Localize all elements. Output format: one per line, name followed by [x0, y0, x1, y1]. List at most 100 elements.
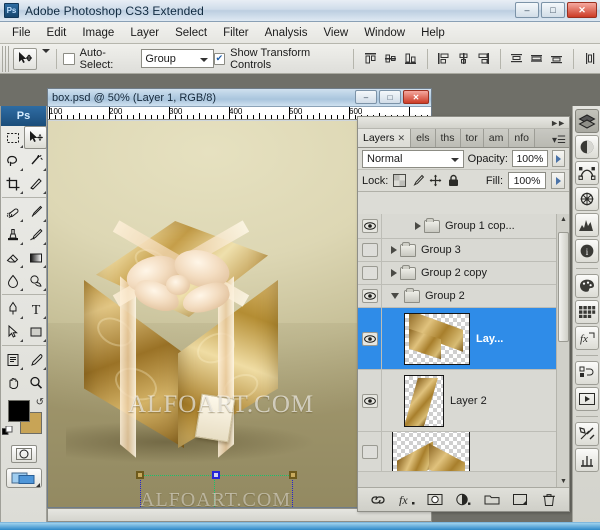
table-row[interactable]: Layer 2	[358, 370, 569, 432]
magic-wand-tool[interactable]	[24, 149, 47, 172]
distribute-bottom-edges-button[interactable]	[548, 49, 566, 68]
eye-icon[interactable]	[361, 393, 378, 408]
layer-thumbnail[interactable]	[392, 432, 470, 471]
scroll-up-icon[interactable]: ▲	[559, 215, 568, 224]
eye-icon[interactable]	[361, 289, 378, 303]
menu-item-window[interactable]: Window	[356, 25, 413, 41]
eye-icon-hidden[interactable]	[361, 243, 378, 257]
fill-input[interactable]: 100%	[508, 172, 546, 189]
chevron-right-icon[interactable]	[391, 246, 397, 254]
document-close-button[interactable]: ✕	[403, 90, 429, 104]
rectangle-shape-tool[interactable]	[24, 320, 47, 343]
document-title-bar[interactable]: box.psd @ 50% (Layer 1, RGB/8) – □ ✕	[48, 89, 431, 107]
tab-paths[interactable]: ths	[435, 129, 461, 147]
clone-stamp-tool[interactable]	[1, 223, 24, 246]
panel-menu-icon[interactable]: ▾☰	[552, 135, 566, 146]
table-row[interactable]: Group 3	[358, 239, 569, 262]
maximize-button[interactable]: □	[541, 2, 565, 18]
brushes-dock-icon[interactable]	[574, 448, 599, 472]
fill-slider-button[interactable]	[551, 172, 565, 189]
scrollbar-thumb[interactable]	[558, 232, 569, 342]
layer-list-scrollbar[interactable]: ▲ ▼	[556, 214, 569, 487]
styles-dock-icon[interactable]: fx	[574, 326, 599, 350]
minimize-button[interactable]: –	[515, 2, 539, 18]
tool-preset-dropdown[interactable]	[42, 48, 51, 65]
opacity-slider-button[interactable]	[551, 150, 565, 167]
lock-transparent-pixels-icon[interactable]	[393, 174, 407, 187]
quick-mask-mode-button[interactable]	[11, 445, 37, 463]
move-tool-icon[interactable]	[12, 47, 38, 70]
rectangular-marquee-tool[interactable]	[1, 126, 24, 149]
blur-tool[interactable]	[1, 269, 24, 292]
dodge-tool[interactable]	[24, 269, 47, 292]
history-brush-tool[interactable]	[24, 223, 47, 246]
screen-mode-button[interactable]	[6, 468, 42, 488]
add-layer-mask-button[interactable]	[426, 491, 444, 509]
tab-layers[interactable]: Layers ✕	[358, 129, 412, 147]
layer-thumbnail[interactable]	[404, 374, 444, 427]
transform-handle-top-center[interactable]	[212, 471, 220, 479]
color-dock-icon[interactable]	[574, 274, 599, 298]
swatches-dock-icon[interactable]	[574, 300, 599, 324]
menu-item-file[interactable]: File	[4, 25, 39, 41]
eraser-tool[interactable]	[1, 246, 24, 269]
show-transform-controls-checkbox[interactable]	[213, 52, 226, 65]
tab-histogram[interactable]: am	[483, 129, 510, 147]
table-row[interactable]	[358, 432, 569, 472]
paths-dock-icon[interactable]	[574, 161, 599, 185]
document-maximize-button[interactable]: □	[379, 90, 401, 104]
eyedropper-tool[interactable]	[24, 348, 47, 371]
actions-dock-icon[interactable]	[574, 361, 599, 385]
layer-visibility-cell[interactable]	[358, 370, 382, 431]
table-row[interactable]: Group 2	[358, 285, 569, 308]
animation-dock-icon[interactable]	[574, 387, 599, 411]
menu-item-help[interactable]: Help	[413, 25, 453, 41]
eye-icon[interactable]	[361, 331, 378, 346]
history-dock-icon[interactable]	[574, 187, 599, 211]
distribute-vertical-centers-button[interactable]	[528, 49, 546, 68]
layer-style-button[interactable]: fx	[398, 491, 416, 509]
hand-tool[interactable]	[1, 371, 24, 394]
horizontal-type-tool[interactable]: T	[24, 297, 47, 320]
transform-handle-top-left[interactable]	[136, 471, 144, 479]
menu-item-image[interactable]: Image	[74, 25, 122, 41]
link-layers-button[interactable]	[369, 491, 387, 509]
tab-info[interactable]: nfo	[509, 129, 535, 147]
healing-brush-tool[interactable]	[1, 200, 24, 223]
menu-item-edit[interactable]: Edit	[39, 25, 75, 41]
close-icon[interactable]: ✕	[398, 133, 406, 144]
crop-tool[interactable]	[1, 172, 24, 195]
menu-item-layer[interactable]: Layer	[122, 25, 167, 41]
lasso-tool[interactable]	[1, 149, 24, 172]
close-button[interactable]: ✕	[567, 2, 597, 18]
move-tool[interactable]	[24, 126, 47, 149]
menu-item-analysis[interactable]: Analysis	[257, 25, 316, 41]
channels-dock-icon[interactable]	[574, 135, 599, 159]
chevron-right-icon[interactable]	[415, 222, 421, 230]
table-row[interactable]: Group 2 copy	[358, 262, 569, 285]
align-horizontal-centers-button[interactable]	[455, 49, 473, 68]
pen-tool[interactable]	[1, 297, 24, 320]
layer-visibility-cell[interactable]	[358, 262, 382, 284]
notes-tool[interactable]	[1, 348, 24, 371]
lock-all-icon[interactable]	[447, 174, 460, 187]
opacity-input[interactable]: 100%	[512, 150, 548, 167]
align-right-edges-button[interactable]	[475, 49, 493, 68]
eye-icon-hidden[interactable]	[361, 266, 378, 280]
options-bar-grip[interactable]	[2, 45, 10, 72]
menu-item-filter[interactable]: Filter	[215, 25, 257, 41]
tab-channels[interactable]: els	[411, 129, 436, 147]
layer-visibility-cell[interactable]	[358, 308, 382, 369]
layer-visibility-cell[interactable]	[358, 214, 382, 238]
align-left-edges-button[interactable]	[435, 49, 453, 68]
align-vertical-centers-button[interactable]	[382, 49, 400, 68]
transform-handle-top-right[interactable]	[289, 471, 297, 479]
new-group-button[interactable]	[483, 491, 501, 509]
new-layer-button[interactable]	[511, 491, 529, 509]
layer-thumbnail[interactable]	[404, 312, 470, 365]
zoom-tool[interactable]	[24, 371, 47, 394]
collapse-panel-icon[interactable]: ►►	[550, 118, 566, 128]
layers-dock-icon[interactable]	[574, 109, 599, 133]
delete-layer-button[interactable]	[540, 491, 558, 509]
layer-visibility-cell[interactable]	[358, 432, 382, 471]
